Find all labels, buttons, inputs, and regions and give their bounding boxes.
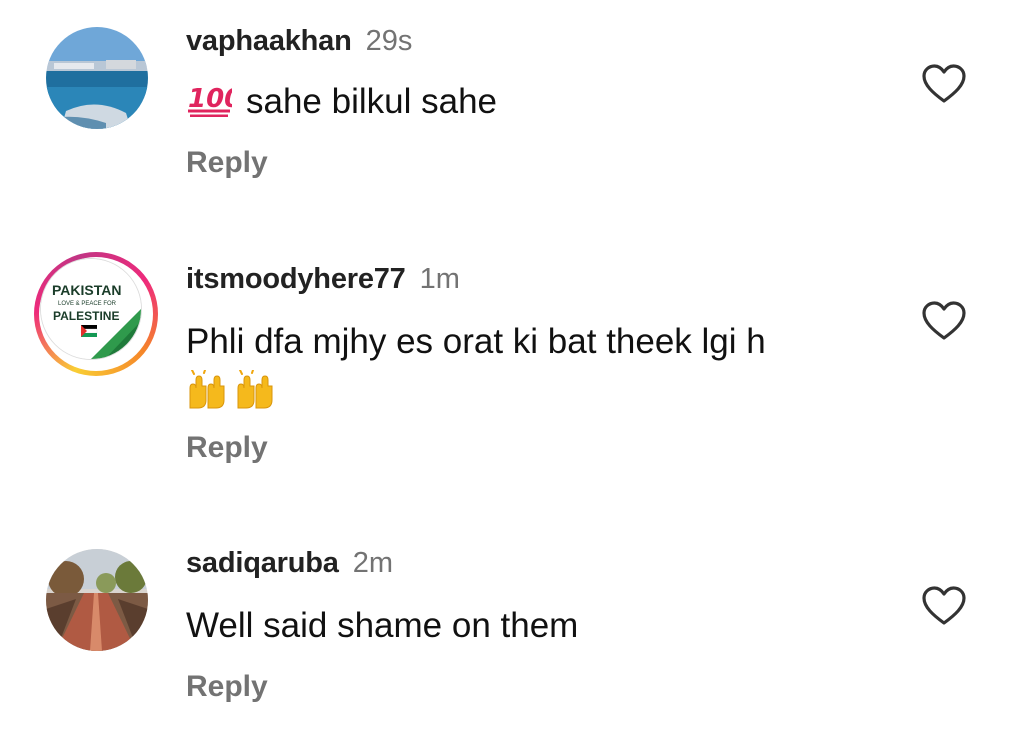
sea-photo-icon	[46, 27, 148, 129]
avatar[interactable]	[46, 27, 148, 129]
comment-body: Phli dfa mjhy es orat ki bat theek lgi h	[186, 322, 766, 361]
username[interactable]: itsmoodyhere77	[186, 263, 406, 295]
badge-line2: LOVE & PEACE FOR	[58, 301, 117, 307]
comment-body: Well said shame on them	[186, 606, 579, 645]
park-path-photo-icon	[46, 549, 148, 651]
username[interactable]: sadiqaruba	[186, 547, 339, 579]
heart-icon[interactable]	[921, 585, 967, 627]
comment-header: sadiqaruba 2m	[186, 547, 393, 580]
avatar: PAKISTAN LOVE & PEACE FOR PALESTINE	[40, 258, 142, 360]
comment-header: vaphaakhan 29s	[186, 25, 412, 58]
reply-button[interactable]: Reply	[186, 146, 268, 180]
username[interactable]: vaphaakhan	[186, 25, 352, 57]
comment-text: 100 sahe bilkul sahe	[186, 80, 497, 128]
reply-button[interactable]: Reply	[186, 670, 268, 704]
badge-line3: PALESTINE	[53, 309, 119, 323]
raising-hands-emoji-icon	[186, 369, 286, 417]
story-ring[interactable]: PAKISTAN LOVE & PEACE FOR PALESTINE	[34, 252, 158, 376]
timestamp: 29s	[365, 25, 413, 57]
hundred-points-emoji-icon: 100	[186, 83, 242, 128]
timestamp: 1m	[419, 263, 460, 295]
timestamp: 2m	[352, 547, 394, 579]
heart-icon[interactable]	[921, 300, 967, 342]
reply-button[interactable]: Reply	[186, 431, 268, 465]
pakistan-palestine-badge-icon: PAKISTAN LOVE & PEACE FOR PALESTINE	[41, 259, 141, 359]
avatar[interactable]	[46, 549, 148, 651]
comment-header: itsmoodyhere77 1m	[186, 263, 460, 296]
heart-icon[interactable]	[921, 63, 967, 105]
comment-body: sahe bilkul sahe	[246, 82, 497, 121]
badge-line1: PAKISTAN	[52, 282, 121, 298]
